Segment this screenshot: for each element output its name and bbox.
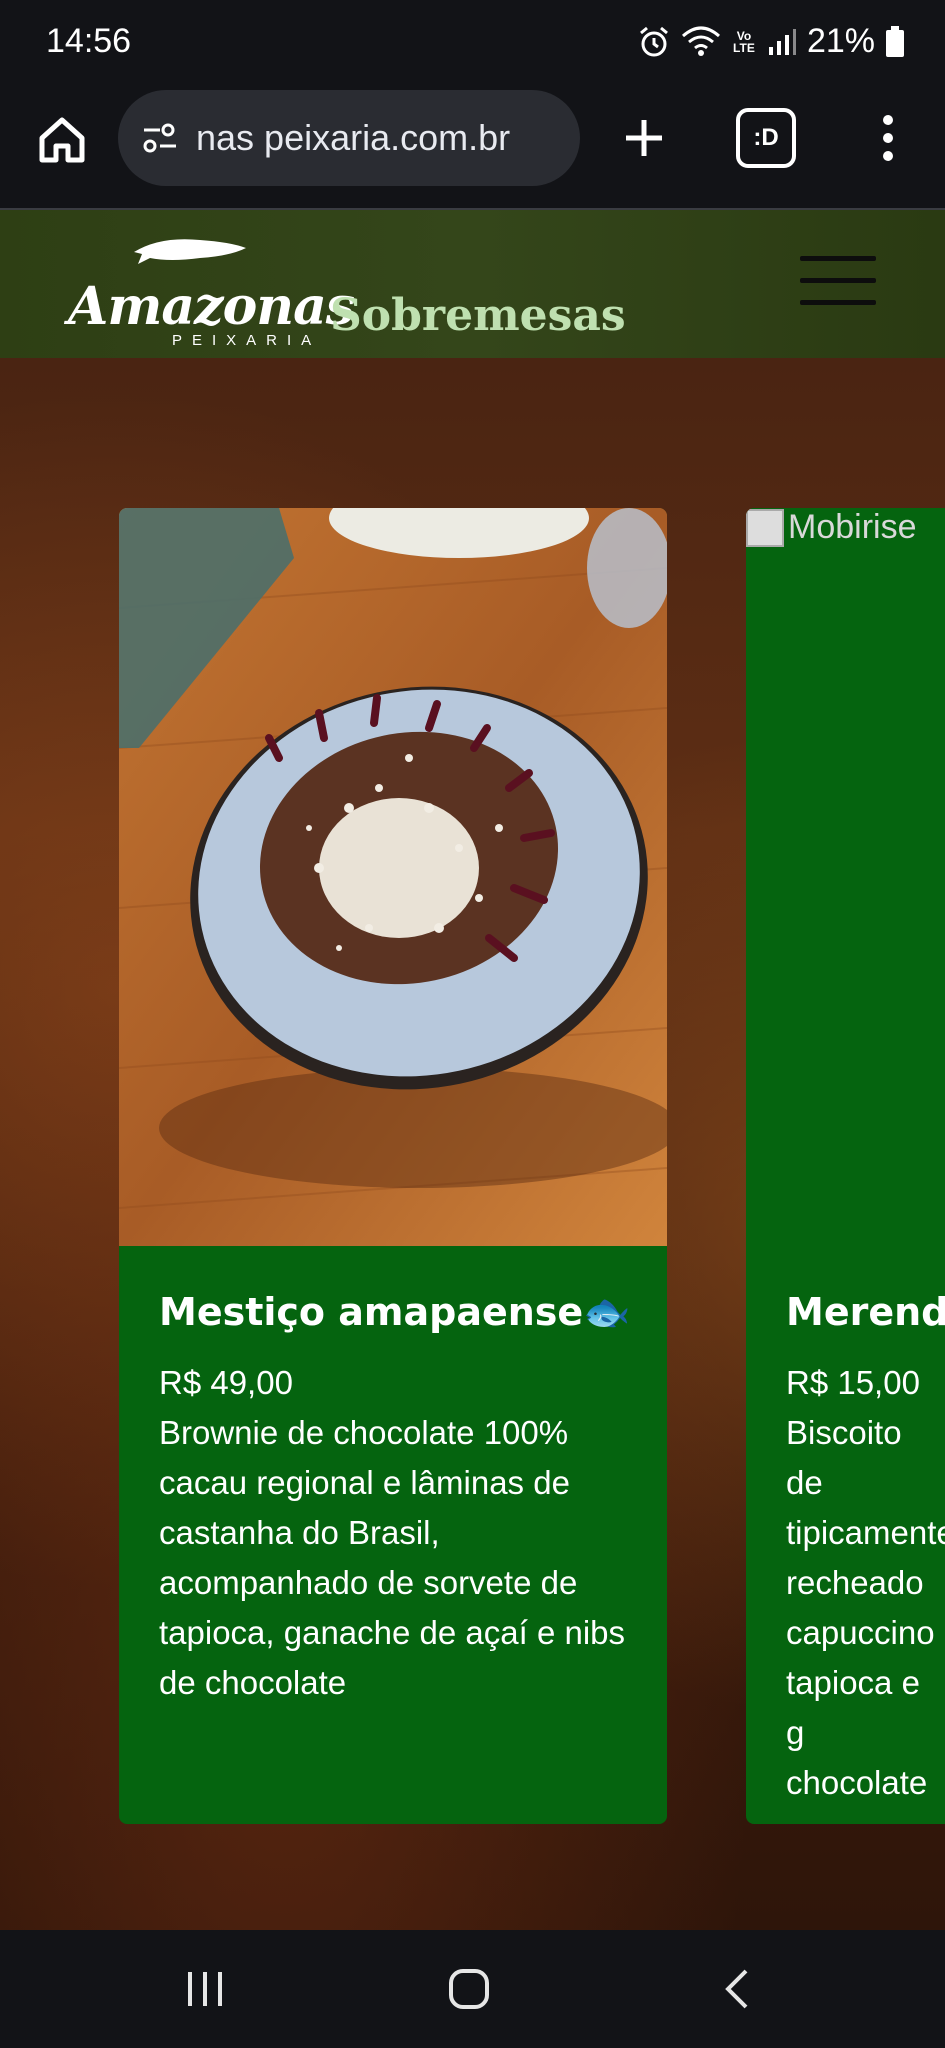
address-bar[interactable]: nas peixaria.com.br <box>118 90 580 186</box>
network-label: Vo LTE <box>733 28 755 55</box>
new-tab-icon[interactable] <box>612 106 676 170</box>
url-text[interactable]: nas peixaria.com.br <box>196 117 576 159</box>
home-nav-icon[interactable] <box>448 1968 490 2015</box>
page-title: Sobremesas <box>330 290 626 341</box>
wifi-icon <box>681 26 721 58</box>
broken-image: Mobirise <box>746 508 916 547</box>
card-price: R$ 15,00 <box>786 1364 920 1401</box>
alarm-icon <box>637 25 671 59</box>
home-icon[interactable] <box>30 108 94 172</box>
card-description: Biscoito de tipicamente recheado capucci… <box>786 1414 945 1824</box>
status-time: 14:56 <box>46 22 132 60</box>
dessert-photo: Mobirise <box>746 508 945 1246</box>
logo-text: Amazonas <box>68 276 355 337</box>
card-body: Mestiço amapaense🐟 R$ 49,00 Brownie de c… <box>159 1288 631 1708</box>
menu-card[interactable]: Mestiço amapaense🐟 R$ 49,00 Brownie de c… <box>119 508 667 1824</box>
dessert-photo <box>119 508 667 1246</box>
recent-apps-icon[interactable] <box>184 1968 226 2015</box>
status-bar: 14:56 Vo LTE 21% <box>0 0 945 88</box>
card-body: Merenda R$ 15,00 Biscoito de tipicamente… <box>786 1288 945 1824</box>
back-icon[interactable] <box>718 1968 760 2015</box>
signal-icon <box>767 27 797 57</box>
image-alt-text: Mobirise <box>788 508 917 546</box>
card-title: Merenda <box>786 1290 945 1334</box>
menu-section: Mestiço amapaense🐟 R$ 49,00 Brownie de c… <box>0 358 945 1930</box>
browser-toolbar: nas peixaria.com.br :D <box>0 88 945 208</box>
card-price: R$ 49,00 <box>159 1364 293 1401</box>
broken-image-icon <box>746 508 784 547</box>
system-navigation-bar <box>0 1930 945 2048</box>
card-description: Brownie de chocolate 100% cacau regional… <box>159 1414 626 1701</box>
status-icons: Vo LTE 21% <box>637 22 905 61</box>
tab-switcher-button[interactable]: :D <box>736 108 796 168</box>
site-settings-icon[interactable] <box>138 116 182 160</box>
battery-percent: 21% <box>806 22 875 60</box>
menu-card[interactable]: Mobirise Merenda R$ 15,00 Biscoito de ti… <box>746 508 945 1824</box>
site-logo[interactable]: Amazonas PEIXARIA <box>68 232 355 349</box>
logo-subtext: PEIXARIA <box>172 332 322 349</box>
site-header: Amazonas PEIXARIA Sobremesas <box>0 210 945 358</box>
fish-logo-icon <box>134 239 246 264</box>
hamburger-menu-icon[interactable] <box>800 256 876 308</box>
card-title: Mestiço amapaense🐟 <box>159 1290 631 1334</box>
battery-icon <box>885 25 905 58</box>
more-options-icon[interactable] <box>868 106 908 170</box>
